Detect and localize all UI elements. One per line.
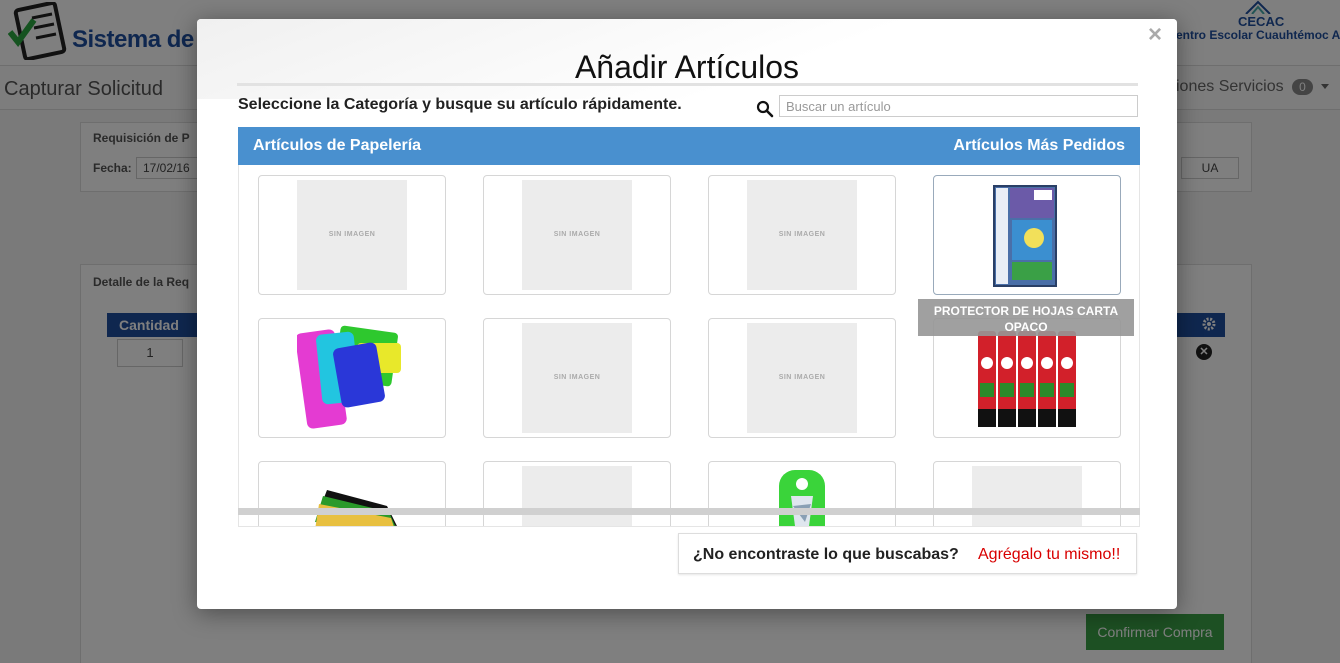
not-found-box: ¿No encontraste lo que buscabas? Agrégal… bbox=[678, 533, 1137, 574]
product-card[interactable]: SIN IMAGEN bbox=[483, 175, 671, 295]
no-image-text: SIN IMAGEN bbox=[328, 231, 376, 238]
product-card[interactable]: SIN IMAGEN bbox=[258, 175, 446, 295]
product-card[interactable]: SIN IMAGEN bbox=[708, 318, 896, 438]
category-most-ordered[interactable]: Artículos Más Pedidos bbox=[953, 137, 1125, 155]
crepe-paper-icon bbox=[297, 325, 401, 429]
no-image-placeholder bbox=[972, 466, 1082, 526]
product-card[interactable] bbox=[933, 461, 1121, 526]
no-image-text: SIN IMAGEN bbox=[553, 231, 601, 238]
no-image-text: SIN IMAGEN bbox=[778, 231, 826, 238]
close-icon[interactable]: × bbox=[1148, 21, 1162, 49]
category-stationery[interactable]: Artículos de Papelería bbox=[253, 137, 421, 155]
scissors-package-icon bbox=[779, 470, 825, 526]
product-card-glue-sticks[interactable] bbox=[933, 318, 1121, 438]
add-it-yourself-link[interactable]: Agrégalo tu mismo!! bbox=[978, 546, 1120, 564]
no-image-placeholder: SIN IMAGEN bbox=[522, 323, 632, 433]
product-card-sheet-protector[interactable] bbox=[933, 175, 1121, 295]
product-card-color-sheets[interactable] bbox=[258, 461, 446, 526]
product-card[interactable] bbox=[483, 461, 671, 526]
color-sheets-icon bbox=[315, 490, 397, 526]
category-bar: Artículos de Papelería Artículos Más Ped… bbox=[238, 127, 1140, 165]
no-image-placeholder: SIN IMAGEN bbox=[522, 180, 632, 290]
modal-instructions: Seleccione la Categoría y busque su artí… bbox=[238, 96, 682, 113]
no-image-placeholder: SIN IMAGEN bbox=[297, 180, 407, 290]
glue-sticks-icon bbox=[978, 331, 1076, 427]
sheet-protectors-icon bbox=[993, 185, 1057, 287]
product-tooltip: PROTECTOR DE HOJAS CARTA OPACO bbox=[918, 299, 1134, 336]
no-image-placeholder: SIN IMAGEN bbox=[747, 180, 857, 290]
add-articles-modal: × Añadir Artículos Seleccione la Categor… bbox=[197, 19, 1177, 609]
search-icon bbox=[756, 100, 774, 118]
product-card[interactable]: SIN IMAGEN bbox=[708, 175, 896, 295]
grid-scrollbar[interactable] bbox=[238, 508, 1140, 515]
no-image-text: SIN IMAGEN bbox=[553, 374, 601, 381]
no-image-placeholder: SIN IMAGEN bbox=[747, 323, 857, 433]
product-grid[interactable]: SIN IMAGEN SIN IMAGEN SIN IMAGEN SIN IMA… bbox=[238, 165, 1140, 527]
product-card-crepe-paper[interactable] bbox=[258, 318, 446, 438]
search-input[interactable] bbox=[779, 95, 1138, 117]
product-card[interactable]: SIN IMAGEN bbox=[483, 318, 671, 438]
no-image-placeholder bbox=[522, 466, 632, 526]
no-image-text: SIN IMAGEN bbox=[778, 374, 826, 381]
modal-title: Añadir Artículos bbox=[574, 49, 800, 85]
title-divider bbox=[237, 83, 1138, 86]
product-card-scissors[interactable] bbox=[708, 461, 896, 526]
not-found-question: ¿No encontraste lo que buscabas? bbox=[693, 546, 959, 563]
